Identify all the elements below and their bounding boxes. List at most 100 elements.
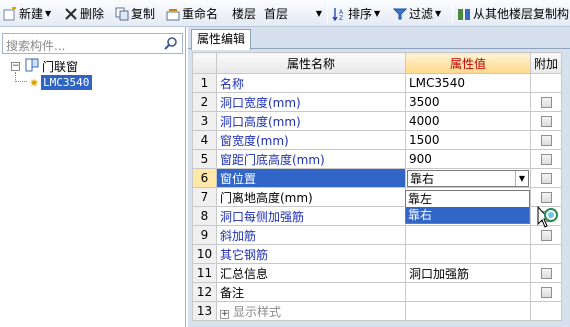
row-number: 6: [192, 168, 217, 188]
row-number: 5: [192, 149, 217, 169]
property-value[interactable]: LMC3540: [405, 73, 531, 93]
table-row[interactable]: 3 洞口高度(mm) 4000: [192, 111, 563, 131]
table-row[interactable]: 9 斜加筋: [192, 225, 563, 245]
extra-checkbox[interactable]: [540, 154, 552, 165]
property-value[interactable]: 4000: [405, 111, 531, 131]
new-button[interactable]: 新建 ▼: [3, 4, 51, 23]
property-name[interactable]: 洞口宽度(mm): [216, 92, 406, 112]
sort-button[interactable]: AZ 排序 ▼: [332, 4, 380, 23]
property-value[interactable]: [405, 225, 531, 245]
busy-cursor-icon: [537, 205, 559, 237]
copy-from-floor-button[interactable]: 从其他楼层复制构: [457, 4, 569, 23]
property-value[interactable]: 900: [405, 149, 531, 169]
collapse-toggle[interactable]: −: [11, 62, 20, 71]
extra-checkbox-cell[interactable]: [529, 149, 563, 169]
property-name[interactable]: 斜加筋: [216, 225, 406, 245]
property-name[interactable]: 洞口每侧加强筋: [216, 206, 406, 226]
extra-checkbox-cell[interactable]: [529, 92, 563, 112]
toolbar: 新建 ▼ 删除 复制 重命名 楼层 首层 ▼ AZ 排序 ▼ 过滤 ▼ 从其他楼…: [0, 0, 570, 27]
property-name[interactable]: 门离地高度(mm): [216, 187, 406, 207]
value-column-header[interactable]: 属性值: [405, 52, 531, 74]
rename-button[interactable]: 重命名: [166, 4, 218, 23]
delete-button[interactable]: 删除: [64, 4, 104, 23]
property-name[interactable]: 备注: [216, 282, 406, 302]
extra-checkbox-cell[interactable]: [529, 130, 563, 150]
property-group[interactable]: + 显示样式: [216, 301, 406, 321]
floor-select[interactable]: 首层 ▼: [262, 4, 324, 23]
extra-cell: [529, 301, 563, 321]
name-column-header[interactable]: 属性名称: [216, 52, 406, 74]
property-value-combo-cell[interactable]: 靠右 ▼: [405, 168, 531, 188]
extra-checkbox[interactable]: [540, 116, 552, 127]
table-row[interactable]: 2 洞口宽度(mm) 3500: [192, 92, 563, 112]
new-icon: [3, 5, 17, 21]
table-row-selected[interactable]: 6 窗位置 靠右 ▼: [192, 168, 563, 188]
property-group-label: 显示样式: [233, 304, 282, 319]
row-number: 4: [192, 130, 217, 150]
search-input[interactable]: 搜索构件...: [2, 33, 183, 54]
property-value[interactable]: 3500: [405, 92, 531, 112]
copy-label: 复制: [131, 7, 156, 21]
property-value[interactable]: 洞口加强筋: [405, 263, 531, 283]
tree-root-label: 门联窗: [42, 60, 79, 74]
table-row[interactable]: 5 窗距门底高度(mm) 900: [192, 149, 563, 169]
dropdown-option-left[interactable]: 靠左: [406, 191, 529, 207]
extra-checkbox[interactable]: [540, 268, 552, 279]
filter-button[interactable]: 过滤 ▼: [392, 4, 441, 23]
rename-icon: [166, 7, 180, 21]
tree-root-door-window[interactable]: 门联窗: [25, 58, 79, 74]
tree-item-lmc3540[interactable]: ✷ LMC3540: [29, 75, 93, 90]
extra-checkbox-cell[interactable]: [529, 282, 563, 302]
expand-icon[interactable]: +: [220, 309, 229, 319]
table-row[interactable]: 13 + 显示样式: [192, 301, 563, 321]
property-name[interactable]: 汇总信息: [216, 263, 406, 283]
row-number: 10: [192, 244, 217, 264]
copy-button[interactable]: 复制: [115, 4, 155, 23]
tab-property-edit[interactable]: 属性编辑: [191, 29, 252, 50]
search-icon[interactable]: [164, 36, 178, 53]
property-name[interactable]: 窗距门底高度(mm): [216, 149, 406, 169]
extra-checkbox[interactable]: [540, 287, 552, 298]
property-name[interactable]: 窗位置: [216, 168, 406, 188]
property-name[interactable]: 洞口高度(mm): [216, 111, 406, 131]
property-name[interactable]: 其它钢筋: [216, 244, 406, 264]
chevron-down-icon[interactable]: ▼: [515, 170, 528, 186]
row-number: 3: [192, 111, 217, 131]
property-value[interactable]: 1500: [405, 130, 531, 150]
delete-label: 删除: [80, 7, 105, 21]
row-number: 8: [192, 206, 217, 226]
table-row[interactable]: 4 窗宽度(mm) 1500: [192, 130, 563, 150]
property-name[interactable]: 窗宽度(mm): [216, 130, 406, 150]
row-number: 13: [192, 301, 217, 321]
dropdown-option-right[interactable]: 靠右: [406, 207, 529, 223]
chevron-down-icon: ▼: [315, 9, 322, 18]
rename-label: 重命名: [182, 7, 219, 21]
combo-value: 靠右: [410, 171, 435, 186]
table-row[interactable]: 1 名称 LMC3540: [192, 73, 563, 93]
extra-checkbox-cell[interactable]: [529, 111, 563, 131]
window-position-combo[interactable]: 靠右 ▼: [407, 169, 529, 187]
table-row[interactable]: 11 汇总信息 洞口加强筋: [192, 263, 563, 283]
extra-checkbox[interactable]: [540, 192, 552, 203]
property-value[interactable]: [405, 244, 531, 264]
extra-checkbox-cell[interactable]: [529, 263, 563, 283]
property-value[interactable]: [405, 282, 531, 302]
table-row[interactable]: 12 备注: [192, 282, 563, 302]
extra-checkbox[interactable]: [540, 97, 552, 108]
grid-header: 属性名称 属性值 附加: [192, 52, 563, 74]
svg-text:Z: Z: [339, 15, 343, 21]
extra-checkbox[interactable]: [540, 135, 552, 146]
extra-checkbox[interactable]: [540, 173, 552, 184]
tree-item-label: LMC3540: [41, 75, 93, 90]
property-name[interactable]: 名称: [216, 73, 406, 93]
tab-strip: 属性编辑: [188, 27, 570, 50]
row-number: 2: [192, 92, 217, 112]
property-value[interactable]: [405, 301, 531, 321]
table-row[interactable]: 10 其它钢筋: [192, 244, 563, 264]
extra-checkbox-cell[interactable]: [529, 168, 563, 188]
search-placeholder: 搜索构件...: [6, 39, 66, 53]
extra-column-header[interactable]: 附加: [529, 52, 563, 74]
extra-checkbox-cell[interactable]: [529, 187, 563, 207]
floor-label-text: 楼层: [232, 7, 257, 21]
sort-icon: AZ: [332, 7, 346, 22]
